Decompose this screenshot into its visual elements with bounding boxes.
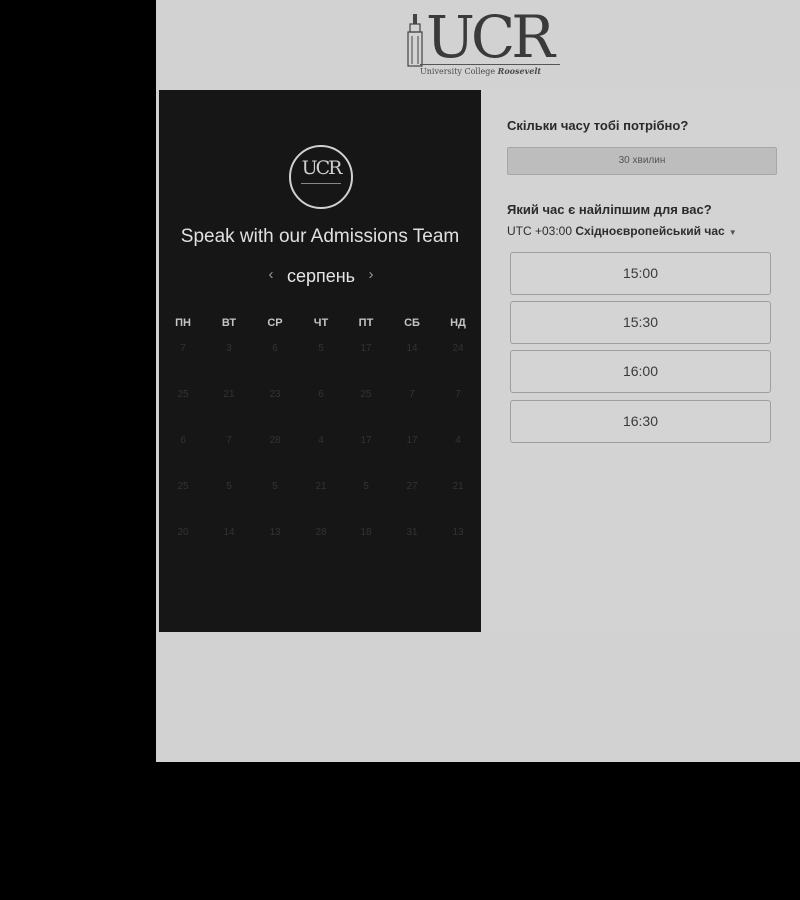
calendar-day[interactable]: 25 (351, 389, 381, 400)
calendar-day[interactable]: 6 (168, 435, 198, 446)
timezone-offset: UTC +03:00 (507, 224, 573, 238)
calendar-day[interactable]: 7 (168, 343, 198, 354)
logo-text: UCR (426, 3, 555, 71)
calendar-day[interactable]: 7 (214, 435, 244, 446)
weekday-label: ЧТ (313, 317, 329, 329)
weekday-label: СБ (404, 317, 420, 329)
calendar-day[interactable]: 17 (351, 435, 381, 446)
calendar-day[interactable]: 31 (397, 527, 427, 538)
calendar-day[interactable]: 13 (443, 527, 473, 538)
time-slot[interactable]: 16:00 (510, 350, 771, 393)
booking-page: UCR University College Roosevelt UCR Spe… (156, 0, 800, 762)
next-month-icon[interactable]: › (363, 266, 379, 283)
calendar-day[interactable]: 13 (260, 527, 290, 538)
timezone-name: Східноєвропейський час (575, 224, 725, 238)
weekday-label: ВТ (221, 317, 237, 329)
ucr-badge: UCR (289, 145, 353, 209)
weekday-label: ПН (175, 317, 191, 329)
duration-button[interactable]: 30 хвилин (507, 147, 777, 175)
calendar-day[interactable]: 7 (443, 389, 473, 400)
chevron-down-icon: ▼ (728, 228, 737, 237)
calendar-day[interactable]: 4 (306, 435, 336, 446)
calendar-day[interactable]: 5 (214, 481, 244, 492)
panel-title: Speak with our Admissions Team (180, 226, 460, 247)
badge-text: UCR (301, 157, 343, 179)
calendar-day[interactable]: 17 (351, 343, 381, 354)
scheduler-panel: Скільки часу тобі потрібно? 30 хвилин Як… (481, 90, 800, 632)
calendar-day[interactable]: 5 (306, 343, 336, 354)
weekday-label: ПТ (358, 317, 374, 329)
calendar-day[interactable]: 4 (443, 435, 473, 446)
calendar-day[interactable]: 24 (443, 343, 473, 354)
timezone-select[interactable]: UTC +03:00 Східноєвропейський час ▼ (507, 224, 737, 238)
calendar-day[interactable]: 23 (260, 389, 290, 400)
logo-subtitle-b: Roosevelt (497, 66, 542, 76)
calendar-day[interactable]: 14 (397, 343, 427, 354)
logo-subtitle: University College Roosevelt (420, 64, 560, 79)
weekday-label: НД (450, 317, 466, 329)
duration-question: Скільки часу тобі потрібно? (507, 118, 689, 133)
ucr-logo: UCR University College Roosevelt (406, 4, 560, 79)
calendar-day[interactable]: 21 (306, 481, 336, 492)
time-slot[interactable]: 16:30 (510, 400, 771, 443)
calendar-day[interactable]: 28 (260, 435, 290, 446)
calendar-day[interactable]: 25 (168, 389, 198, 400)
tower-icon (407, 14, 423, 67)
calendar-day[interactable]: 21 (443, 481, 473, 492)
calendar-day[interactable]: 6 (306, 389, 336, 400)
calendar-panel: UCR Speak with our Admissions Team ‹ сер… (159, 90, 481, 632)
calendar-day[interactable]: 5 (351, 481, 381, 492)
calendar-day[interactable]: 17 (397, 435, 427, 446)
calendar-day[interactable]: 18 (351, 527, 381, 538)
time-slot[interactable]: 15:30 (510, 301, 771, 344)
logo-subtitle-a: University College (420, 67, 496, 76)
prev-month-icon[interactable]: ‹ (263, 266, 279, 283)
calendar-day[interactable]: 14 (214, 527, 244, 538)
time-slot[interactable]: 15:00 (510, 252, 771, 295)
calendar-day[interactable]: 25 (168, 481, 198, 492)
weekday-label: СР (267, 317, 283, 329)
calendar-day[interactable]: 5 (260, 481, 290, 492)
calendar-day[interactable]: 6 (260, 343, 290, 354)
time-question: Який час є найліпшим для вас? (507, 202, 712, 217)
calendar-day[interactable]: 3 (214, 343, 244, 354)
calendar-day[interactable]: 7 (397, 389, 427, 400)
calendar-day[interactable]: 20 (168, 527, 198, 538)
calendar-day[interactable]: 28 (306, 527, 336, 538)
month-label: серпень (286, 266, 356, 286)
calendar-day[interactable]: 27 (397, 481, 427, 492)
calendar-day[interactable]: 21 (214, 389, 244, 400)
badge-rule (301, 183, 341, 184)
